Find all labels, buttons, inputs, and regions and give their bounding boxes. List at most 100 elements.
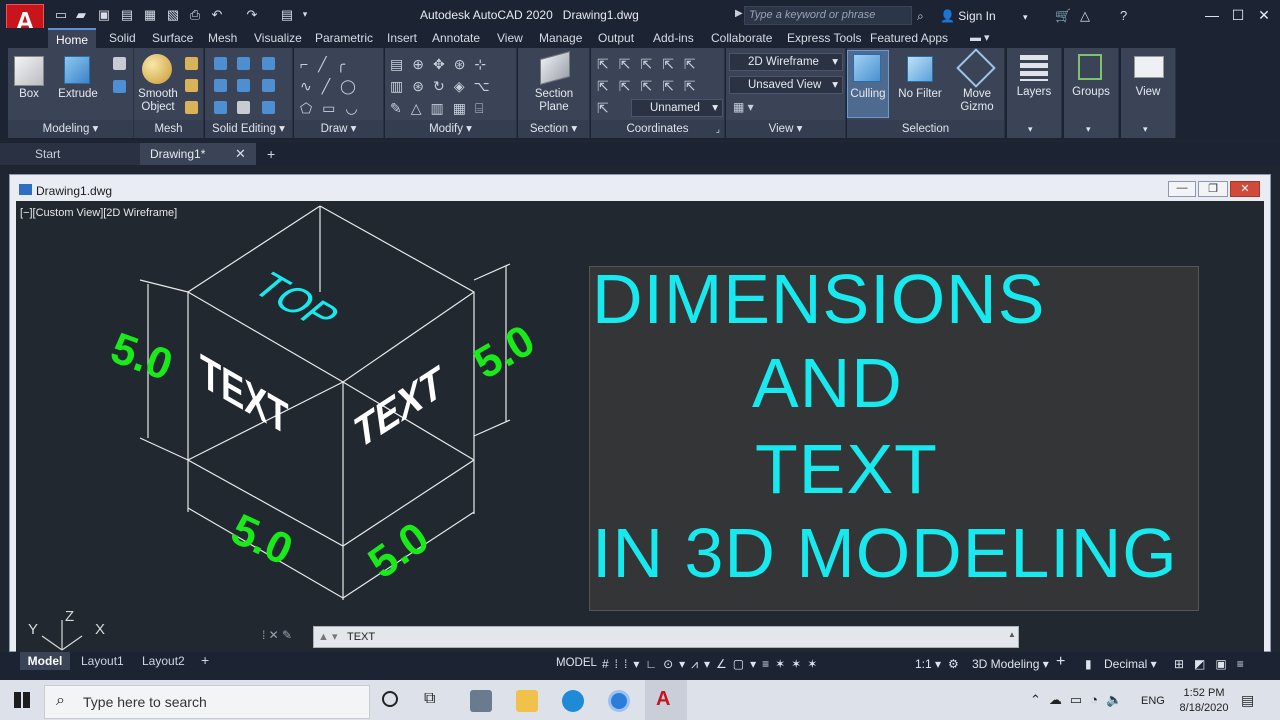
panel-draw-label[interactable]: Draw ▾	[294, 120, 383, 138]
panel-solid-editing-label[interactable]: Solid Editing ▾	[205, 120, 292, 138]
panel-modeling-label[interactable]: Modeling ▾	[8, 120, 133, 138]
viewport-config-icon[interactable]: ▦ ▾	[733, 100, 754, 114]
tab-annotate[interactable]: Annotate	[432, 31, 480, 45]
model-space-button[interactable]: MODEL	[556, 657, 597, 669]
groups-expand-icon[interactable]: ▾	[1086, 124, 1091, 135]
input-language[interactable]: ENG	[1141, 695, 1165, 707]
camera-app-icon[interactable]	[470, 690, 492, 712]
file-tab-start[interactable]: Start	[0, 143, 140, 165]
layers-expand-icon[interactable]: ▾	[1028, 124, 1033, 135]
save-as-icon[interactable]: ▤	[120, 8, 134, 21]
loft-icon[interactable]	[113, 80, 126, 93]
extrude-button-label[interactable]: Extrude	[57, 88, 99, 101]
layout-tab-model[interactable]: Model	[20, 652, 70, 670]
annotation-scale[interactable]: 1:1 ▾	[915, 657, 941, 671]
file-explorer-icon[interactable]	[516, 690, 538, 712]
doc-minimize-button[interactable]: —	[1168, 181, 1196, 197]
tab-mesh[interactable]: Mesh	[208, 31, 237, 45]
mesh-refine-icon[interactable]	[185, 101, 198, 114]
tab-add-ins[interactable]: Add-ins	[653, 31, 694, 45]
binoculars-icon[interactable]: ⌕	[917, 9, 924, 24]
status-toggle-icons[interactable]: #⁞⁞▾∟⊙▾⩘▾∠▢▾≡✶✶✶	[602, 657, 823, 672]
new-tab-icon[interactable]: +	[267, 146, 275, 162]
tab-insert[interactable]: Insert	[387, 31, 417, 45]
save-web-icon[interactable]: ▧	[166, 8, 180, 21]
tab-surface[interactable]: Surface	[152, 31, 193, 45]
command-history-icon[interactable]: ▲ ▾	[318, 630, 337, 643]
tab-view[interactable]: View	[497, 31, 523, 45]
smooth-object-label[interactable]: Smooth Object	[136, 88, 180, 114]
open-icon[interactable]: ▰	[74, 8, 88, 21]
save-icon[interactable]: ▣	[97, 8, 111, 21]
union-icon[interactable]	[214, 57, 227, 70]
command-input[interactable]: TEXT	[347, 631, 375, 643]
tab-collaborate[interactable]: Collaborate	[711, 31, 772, 45]
edge-browser-icon[interactable]	[562, 690, 584, 712]
chrome-browser-icon[interactable]	[608, 690, 630, 712]
tab-output[interactable]: Output	[598, 31, 634, 45]
notifications-icon[interactable]: ▤	[1241, 692, 1254, 709]
presspull-icon[interactable]	[113, 57, 126, 70]
box-button-label[interactable]: Box	[12, 88, 46, 101]
interfere-icon[interactable]	[214, 79, 227, 92]
search-expand-icon[interactable]: ▶	[735, 8, 743, 19]
move-gizmo-label[interactable]: Move Gizmo	[954, 88, 1000, 114]
new-icon[interactable]: ▭	[54, 8, 68, 21]
tab-featured-apps[interactable]: Featured Apps	[870, 31, 948, 45]
command-line[interactable]	[313, 626, 1019, 648]
system-tray-icons[interactable]: ⌃☁▭◔🔈	[1030, 692, 1130, 708]
no-filter-label[interactable]: No Filter	[896, 88, 944, 101]
panel-mesh-label[interactable]: Mesh	[134, 120, 203, 138]
thicken-icon[interactable]	[262, 79, 275, 92]
modify-tools-icons[interactable]: ▤⊕✥⊛⊹ ▥⊛↻◈⌥ ✎△▥▦⌸	[390, 53, 499, 119]
extrude-icon[interactable]	[64, 56, 90, 84]
ribbon-minimize-icon[interactable]: ▬ ▾	[970, 31, 990, 44]
ucs-dropdown[interactable]: Unnamed ▾	[631, 99, 723, 117]
tab-manage[interactable]: Manage	[539, 31, 582, 45]
workspace-icon[interactable]: ▤	[280, 8, 294, 21]
search-input[interactable]: Type a keyword or phrase	[744, 6, 912, 25]
tab-solid[interactable]: Solid	[109, 31, 136, 45]
intersect-icon[interactable]	[262, 57, 275, 70]
help-icon[interactable]: ?	[1120, 8, 1127, 23]
web-mobile-icon[interactable]: ▦	[143, 8, 157, 21]
qat-customize-icon[interactable]: ▾	[298, 8, 312, 21]
isolate-objects-icon[interactable]: +	[1056, 653, 1065, 671]
sign-in-button[interactable]: 👤 Sign In ▾	[940, 9, 1028, 23]
close-button[interactable]: ✕	[1254, 6, 1274, 24]
separate-icon[interactable]	[262, 101, 275, 114]
panel-section-label[interactable]: Section ▾	[518, 120, 589, 138]
imprint-icon[interactable]	[237, 101, 250, 114]
layout-tab-layout1[interactable]: Layout1	[81, 654, 124, 668]
task-view-icon[interactable]: ⧉	[424, 690, 435, 708]
new-layout-icon[interactable]: +	[201, 652, 209, 668]
workspace-gear-icon[interactable]: ⚙	[948, 657, 959, 671]
view-tools-expand-icon[interactable]: ▾	[1143, 124, 1148, 135]
doc-restore-button[interactable]: ❐	[1198, 181, 1228, 197]
visual-style-dropdown[interactable]: 2D Wireframe ▾	[729, 53, 843, 71]
panel-modify-label[interactable]: Modify ▾	[385, 120, 516, 138]
mesh-smooth-more-icon[interactable]	[185, 57, 198, 70]
box-icon[interactable]	[14, 56, 44, 86]
draw-tools-icons[interactable]: ⌐╱╭ ∿╱◯ ⬠▭◡	[300, 53, 368, 119]
command-expand-icon[interactable]: ▲	[1008, 630, 1016, 639]
mesh-smooth-less-icon[interactable]	[185, 79, 198, 92]
layout-tab-layout2[interactable]: Layout2	[142, 654, 185, 668]
named-view-dropdown[interactable]: Unsaved View ▾	[729, 76, 843, 94]
windows-start-icon[interactable]	[14, 692, 30, 708]
undo-icon[interactable]: ↶	[210, 8, 224, 21]
close-tab-icon[interactable]: ✕	[235, 146, 246, 162]
tab-home[interactable]: Home	[48, 28, 96, 48]
taskbar-clock[interactable]: 1:52 PM 8/18/2020	[1176, 686, 1232, 716]
command-grip-icon[interactable]: ⁞ ✕ ✎	[262, 628, 292, 642]
redo-icon[interactable]: ↷	[245, 8, 259, 21]
tab-visualize[interactable]: Visualize	[254, 31, 302, 45]
cortana-icon[interactable]	[382, 691, 398, 707]
doc-close-button[interactable]: ✕	[1230, 181, 1260, 197]
taskbar-search-input[interactable]: Type here to search	[44, 685, 370, 719]
maximize-button[interactable]: ☐	[1228, 6, 1248, 24]
panel-view-label[interactable]: View ▾	[726, 120, 845, 138]
units-dropdown[interactable]: Decimal ▾	[1104, 657, 1157, 671]
section-plane-label[interactable]: Section Plane	[528, 88, 580, 114]
cart-icon[interactable]: 🛒	[1055, 8, 1071, 24]
